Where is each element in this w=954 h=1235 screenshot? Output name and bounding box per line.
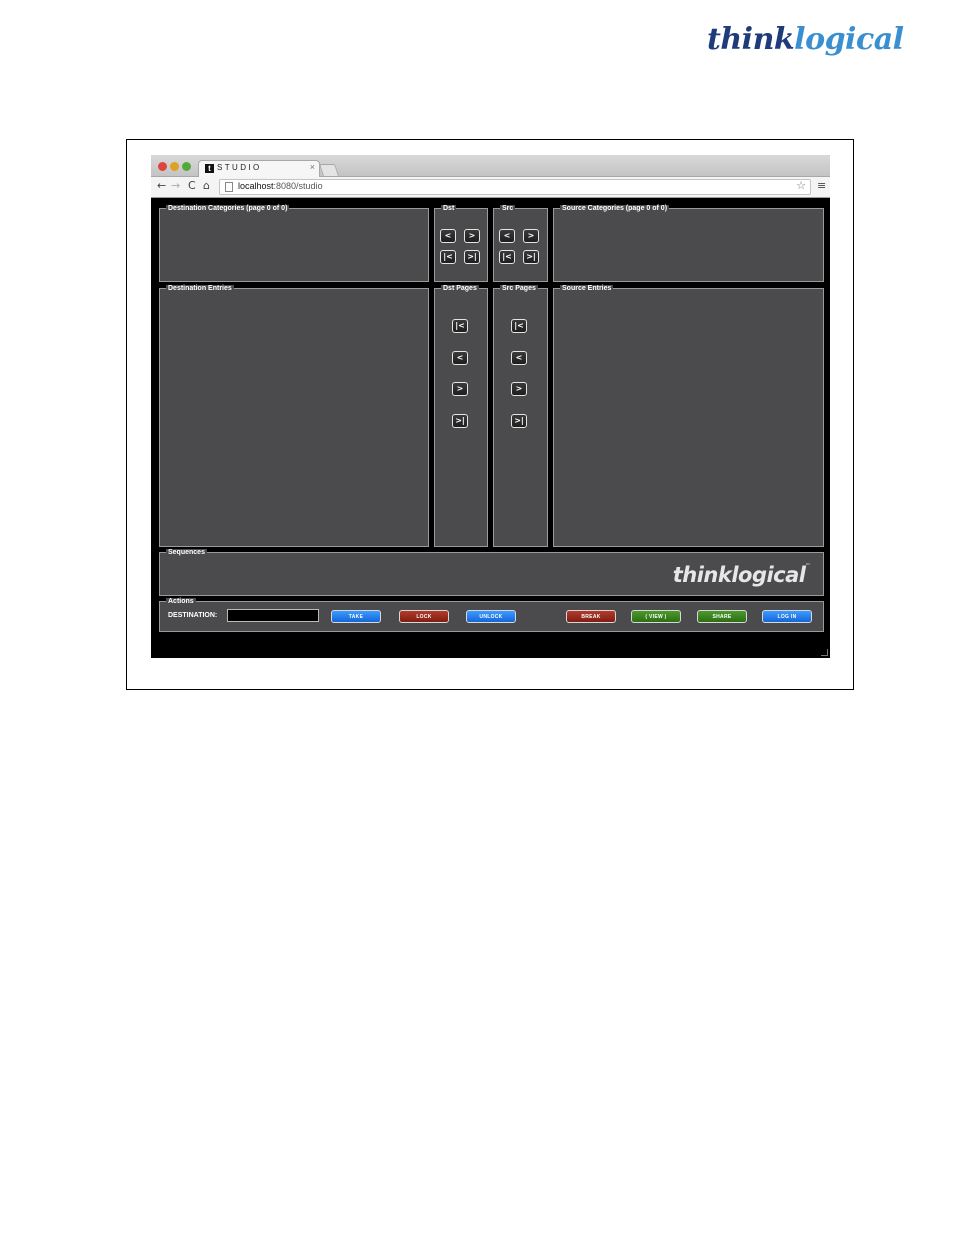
dst-pages-next-button[interactable]: > <box>452 382 468 396</box>
src-last-button[interactable]: >| <box>523 250 539 264</box>
dst-nav-panel: Dst < > |< >| <box>434 205 488 282</box>
source-categories-title: Source Categories (page 0 of 0) <box>560 205 670 213</box>
src-pages-title: Src Pages <box>500 285 538 293</box>
view-button[interactable]: ( VIEW ) <box>631 610 681 623</box>
dst-pages-first-button[interactable]: |< <box>452 319 468 333</box>
dst-pages-last-button[interactable]: >| <box>452 414 468 428</box>
bookmark-star-icon[interactable]: ☆ <box>796 179 806 192</box>
share-button[interactable]: SHARE <box>697 610 747 623</box>
dst-first-button[interactable]: |< <box>440 250 456 264</box>
address-bar[interactable]: localhost:8080/studio ☆ <box>219 179 811 195</box>
lock-button[interactable]: LOCK <box>399 610 449 623</box>
src-prev-button[interactable]: < <box>499 229 515 243</box>
destination-entries-title: Destination Entries <box>166 285 234 293</box>
destination-categories-panel: Destination Categories (page 0 of 0) <box>159 205 429 282</box>
forward-arrow-icon[interactable]: → <box>171 179 180 192</box>
dst-pages-prev-button[interactable]: < <box>452 351 468 365</box>
url-host: localhost <box>238 181 274 191</box>
dst-pages-panel: Dst Pages |< < > >| <box>434 285 488 547</box>
browser-toolbar: ← → C ⌂ localhost:8080/studio ☆ ≡ <box>151 177 830 198</box>
document-logo-logical: logical <box>794 22 904 57</box>
src-nav-panel: Src < > |< >| <box>493 205 548 282</box>
url-text: localhost:8080/studio <box>238 181 323 191</box>
src-pages-prev-button[interactable]: < <box>511 351 527 365</box>
destination-entries-panel: Destination Entries <box>159 285 429 547</box>
dst-last-button[interactable]: >| <box>464 250 480 264</box>
tab-title: STUDIO <box>217 163 262 172</box>
trademark-symbol: ™ <box>805 563 811 569</box>
actions-panel: Actions DESTINATION: TAKE LOCK UNLOCK BR… <box>159 598 824 632</box>
tab-bar: t STUDIO × <box>151 155 830 177</box>
src-next-button[interactable]: > <box>523 229 539 243</box>
close-window-button[interactable] <box>158 162 167 171</box>
minimize-window-button[interactable] <box>170 162 179 171</box>
back-arrow-icon[interactable]: ← <box>157 179 166 192</box>
source-entries-title: Source Entries <box>560 285 614 293</box>
src-title: Src <box>500 205 516 213</box>
zoom-window-button[interactable] <box>182 162 191 171</box>
sequences-panel: Sequences thinklogical™ <box>159 549 824 596</box>
destination-label: DESTINATION: <box>168 612 218 619</box>
reload-icon[interactable]: C <box>188 179 196 192</box>
login-button[interactable]: LOG IN <box>762 610 812 623</box>
source-entries-panel: Source Entries <box>553 285 824 547</box>
destination-input[interactable] <box>227 609 319 622</box>
take-button[interactable]: TAKE <box>331 610 381 623</box>
src-pages-last-button[interactable]: >| <box>511 414 527 428</box>
new-tab-button[interactable] <box>319 164 339 176</box>
destination-categories-title: Destination Categories (page 0 of 0) <box>166 205 290 213</box>
dst-next-button[interactable]: > <box>464 229 480 243</box>
url-path: :8080/studio <box>273 181 323 191</box>
break-button[interactable]: BREAK <box>566 610 616 623</box>
src-pages-first-button[interactable]: |< <box>511 319 527 333</box>
sequences-title: Sequences <box>166 549 207 557</box>
menu-icon[interactable]: ≡ <box>817 179 826 192</box>
resize-grip-icon[interactable] <box>821 649 828 656</box>
dst-title: Dst <box>441 205 457 213</box>
unlock-button[interactable]: UNLOCK <box>466 610 516 623</box>
dst-prev-button[interactable]: < <box>440 229 456 243</box>
src-pages-panel: Src Pages |< < > >| <box>493 285 548 547</box>
document-logo-think: think <box>707 22 795 57</box>
thinklogical-logo: thinklogical™ <box>672 563 811 587</box>
studio-app: Destination Categories (page 0 of 0) Dst… <box>155 201 826 642</box>
source-categories-panel: Source Categories (page 0 of 0) <box>553 205 824 282</box>
logo-text: thinklogical <box>672 563 806 587</box>
browser-window: t STUDIO × ← → C ⌂ localhost:8080/studio… <box>151 155 830 658</box>
page-icon <box>225 182 233 192</box>
dst-pages-title: Dst Pages <box>441 285 479 293</box>
src-first-button[interactable]: |< <box>499 250 515 264</box>
document-logo: thinklogical <box>707 22 904 57</box>
tab-close-icon[interactable]: × <box>310 162 315 172</box>
src-pages-next-button[interactable]: > <box>511 382 527 396</box>
actions-title: Actions <box>166 598 196 606</box>
tab-studio[interactable]: t STUDIO × <box>198 160 320 177</box>
home-icon[interactable]: ⌂ <box>203 179 210 192</box>
favicon-icon: t <box>205 164 214 173</box>
